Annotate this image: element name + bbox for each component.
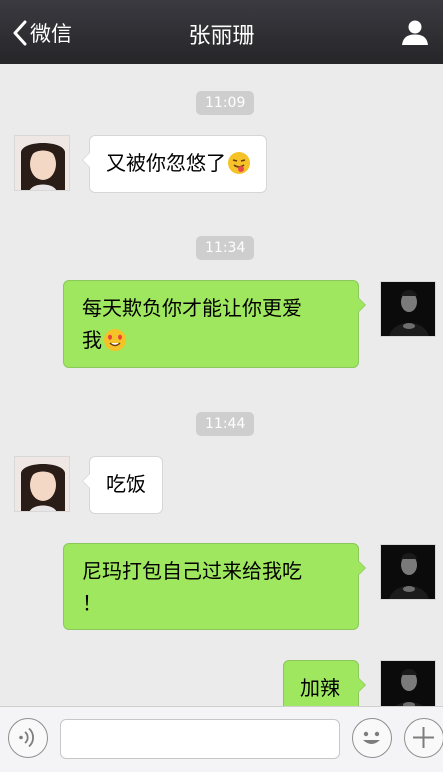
my-avatar[interactable] [380,660,436,706]
avatar-image-icon [381,661,435,706]
heart-eyes-emoji-icon [104,329,126,351]
timestamp: 11:34 [196,236,255,260]
my-avatar[interactable] [380,281,436,337]
voice-icon [19,727,34,748]
message-bubble-sent[interactable]: 加辣 [283,660,366,706]
contact-avatar[interactable] [14,135,70,191]
chat-title: 张丽珊 [188,24,255,49]
emoji-button[interactable] [352,718,392,758]
my-avatar[interactable] [380,544,436,600]
timestamp: 11:09 [196,91,255,115]
timestamp: 11:44 [196,412,255,436]
avatar-image-icon [15,136,69,190]
avatar-image-icon [15,457,69,511]
message-text: 又被你忽悠了 [106,151,226,175]
navigation-bar: 微信 张丽珊 [0,0,443,64]
message-bubble-received[interactable]: 吃饭 [82,456,163,514]
person-icon[interactable] [401,18,429,46]
message-bubble-sent[interactable]: 每天欺负你才能让你更爱 我 [63,280,366,368]
contact-avatar[interactable] [14,456,70,512]
message-text: 加辣 [300,676,340,700]
message-text-line: 尼玛打包自己过来给我吃 [82,559,302,583]
message-text-line: ！ [82,591,102,615]
message-bubble-sent[interactable]: 尼玛打包自己过来给我吃 ！ [63,543,366,630]
message-bubble-received[interactable]: 又被你忽悠了 [82,135,267,193]
voice-button[interactable] [8,718,48,758]
message-list[interactable]: 11:09 又被你忽悠了 11:34 每天欺负你才能让你更爱 我 11:44 吃… [0,64,443,706]
avatar-image-icon [381,282,435,336]
message-text-line: 我 [82,328,102,352]
face-with-tongue-emoji-icon [228,152,250,174]
message-text-line: 每天欺负你才能让你更爱 [82,296,302,320]
plus-icon [413,727,434,748]
more-button[interactable] [404,718,443,758]
input-toolbar [0,706,443,772]
message-input[interactable] [60,719,340,759]
avatar-image-icon [381,545,435,599]
smiley-face-icon [363,731,380,744]
message-text: 吃饭 [106,472,146,496]
